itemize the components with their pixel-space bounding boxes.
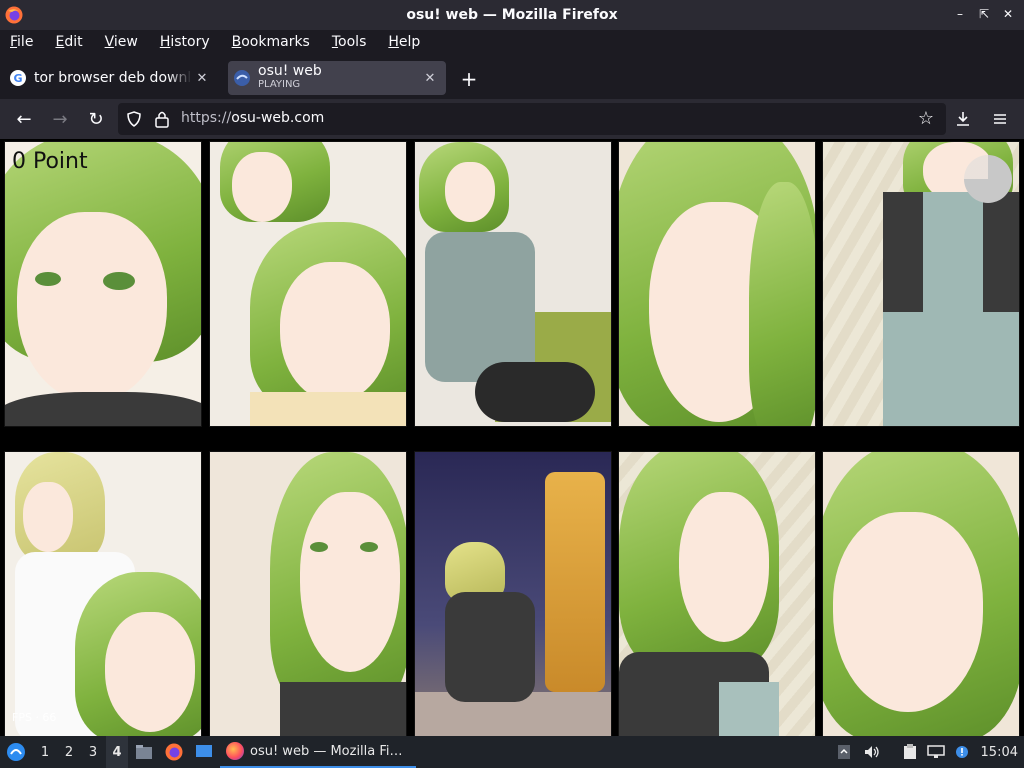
network-icon[interactable] bbox=[926, 736, 946, 768]
menu-bookmarks[interactable]: Bookmarks bbox=[232, 34, 321, 50]
song-progress-pie bbox=[964, 155, 1012, 203]
illustration-panel bbox=[618, 451, 816, 736]
tab-label: tor browser deb download bbox=[34, 70, 192, 86]
forward-button[interactable]: → bbox=[50, 109, 70, 130]
url-bar[interactable]: https://osu-web.com ☆ bbox=[118, 103, 946, 135]
menu-bar: File Edit View History Bookmarks Tools H… bbox=[0, 30, 1024, 54]
firefox-icon bbox=[5, 6, 23, 24]
illustration-panel bbox=[4, 141, 202, 427]
navigation-toolbar: ← → ↻ https://osu-web.com ☆ bbox=[0, 99, 1024, 139]
menu-edit[interactable]: Edit bbox=[55, 34, 93, 50]
illustration-panel bbox=[414, 451, 612, 736]
workspace-3[interactable]: 3 bbox=[82, 736, 104, 768]
game-canvas[interactable]: 0 Point FPS · 66 bbox=[0, 139, 1024, 736]
osu-web-icon bbox=[234, 70, 250, 86]
firefox-launcher-icon[interactable] bbox=[162, 736, 186, 768]
back-button[interactable]: ← bbox=[14, 109, 34, 130]
taskbar-window-label: osu! web — Mozilla Fi… bbox=[250, 743, 403, 759]
volume-icon[interactable] bbox=[862, 736, 882, 768]
new-tab-button[interactable]: + bbox=[458, 67, 480, 91]
workspace-1[interactable]: 1 bbox=[34, 736, 56, 768]
illustration-panel bbox=[822, 451, 1020, 736]
menu-view[interactable]: View bbox=[105, 34, 149, 50]
fps-counter: FPS · 66 bbox=[12, 711, 57, 724]
close-tab-icon[interactable]: ✕ bbox=[192, 71, 212, 86]
reload-button[interactable]: ↻ bbox=[86, 109, 106, 130]
clipboard-icon[interactable] bbox=[900, 736, 920, 768]
tray-arrow-icon[interactable] bbox=[834, 736, 854, 768]
tab-tor-browser[interactable]: G tor browser deb download ✕ bbox=[4, 61, 218, 95]
window-titlebar: osu! web — Mozilla Firefox – ⇱ ✕ bbox=[0, 0, 1024, 30]
illustration-panel bbox=[618, 141, 816, 427]
workspace-4[interactable]: 4 bbox=[106, 736, 128, 768]
menu-file[interactable]: File bbox=[10, 34, 44, 50]
score-display: 0 Point bbox=[12, 149, 88, 174]
illustration-panel bbox=[209, 451, 407, 736]
clock[interactable]: 15:04 bbox=[981, 736, 1018, 768]
downloads-icon[interactable] bbox=[953, 109, 973, 129]
minimize-icon[interactable]: – bbox=[952, 6, 968, 22]
illustration-panel bbox=[414, 141, 612, 427]
notification-icon[interactable] bbox=[952, 736, 972, 768]
tab-osu-web[interactable]: osu! web PLAYING ✕ bbox=[228, 61, 446, 95]
url-text[interactable]: https://osu-web.com bbox=[181, 110, 324, 126]
window-title: osu! web — Mozilla Firefox bbox=[406, 7, 618, 23]
tab-label: osu! web bbox=[258, 63, 322, 79]
tab-strip: G tor browser deb download ✕ osu! web PL… bbox=[0, 56, 1024, 98]
firefox-icon bbox=[226, 742, 244, 760]
lock-icon[interactable] bbox=[154, 110, 170, 128]
tracking-protection-shield-icon[interactable] bbox=[126, 111, 142, 127]
menu-help[interactable]: Help bbox=[388, 34, 431, 50]
menu-history[interactable]: History bbox=[160, 34, 221, 50]
restore-icon[interactable]: ⇱ bbox=[976, 6, 992, 22]
menu-tools[interactable]: Tools bbox=[332, 34, 378, 50]
desktop-icon[interactable] bbox=[192, 736, 216, 768]
illustration-panel bbox=[209, 141, 407, 427]
illustration-panel bbox=[4, 451, 202, 736]
taskbar: 1 2 3 4 osu! web — Mozilla Fi… 15:04 bbox=[0, 736, 1024, 768]
taskbar-firefox-window[interactable]: osu! web — Mozilla Fi… bbox=[220, 736, 416, 768]
file-manager-icon[interactable] bbox=[132, 736, 156, 768]
tab-playing-label: PLAYING bbox=[258, 79, 301, 90]
app-menu-icon[interactable] bbox=[990, 109, 1010, 129]
close-tab-icon[interactable]: ✕ bbox=[420, 71, 440, 86]
close-window-icon[interactable]: ✕ bbox=[1000, 6, 1016, 22]
bookmark-star-icon[interactable]: ☆ bbox=[918, 108, 934, 129]
workspace-2[interactable]: 2 bbox=[58, 736, 80, 768]
start-menu-icon[interactable] bbox=[4, 736, 28, 768]
google-icon: G bbox=[10, 70, 26, 86]
